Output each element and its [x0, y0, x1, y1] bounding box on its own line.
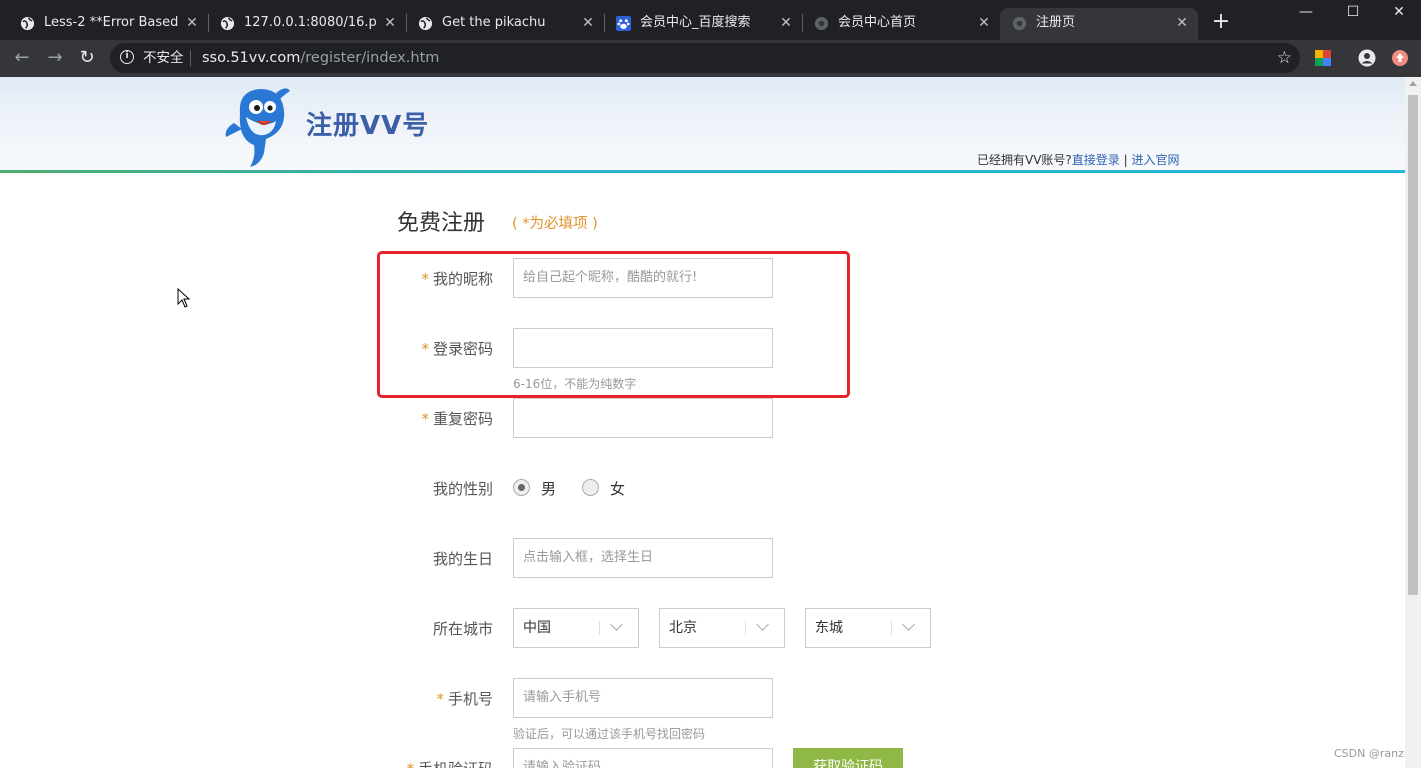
tab-close-icon[interactable]: ✕ [580, 8, 596, 38]
reload-button[interactable]: ↻ [75, 46, 99, 70]
phone-input[interactable]: 请输入手机号 [513, 678, 773, 718]
tab-title: Less-2 **Error Based- In [44, 15, 178, 30]
sms-code-input[interactable]: 请输入验证码 [513, 748, 773, 768]
globe-icon [220, 16, 235, 31]
tab-close-icon[interactable]: ✕ [1174, 8, 1190, 38]
province-select[interactable]: 北京 [659, 608, 785, 648]
gender-male-radio[interactable] [513, 479, 530, 496]
birthday-label: 我的生日 [432, 550, 493, 568]
chevron-down-icon [756, 618, 769, 631]
tab-title: Get the pikachu [442, 15, 546, 30]
site-header: 注册VV号 已经拥有VV账号?直接登录 | 进入官网 [0, 77, 1405, 171]
login-links: 已经拥有VV账号?直接登录 | 进入官网 [977, 151, 1180, 168]
tab-localhost[interactable]: 127.0.0.1:8080/16.php? ✕ [208, 8, 406, 40]
tab-baidu-search[interactable]: 会员中心_百度搜索 ✕ [604, 8, 802, 40]
scroll-up-icon[interactable] [1409, 81, 1417, 86]
confirm-password-label-text: 重复密码 [432, 410, 493, 428]
watermark: CSDN @ranzi. [1334, 747, 1405, 760]
required-mark: * [406, 760, 414, 768]
gender-male-label[interactable]: 男 [541, 478, 556, 499]
select-divider [891, 621, 892, 635]
chevron-down-icon [902, 618, 915, 631]
tab-strip: Less-2 **Error Based- In ✕ 127.0.0.1:808… [0, 0, 1421, 40]
baidu-paw-icon [616, 16, 631, 31]
vertical-scrollbar[interactable] [1405, 77, 1421, 768]
get-code-button[interactable]: 获取验证码 [793, 748, 903, 768]
globe-icon [418, 16, 433, 31]
country-value: 中国 [523, 620, 551, 636]
province-value: 北京 [669, 620, 697, 636]
tab-close-icon[interactable]: ✕ [778, 8, 794, 38]
have-account-text: 已经拥有VV账号? [977, 153, 1072, 167]
confirm-password-label: * 重复密码 [353, 408, 493, 429]
dolphin-logo-icon [225, 88, 290, 167]
back-button[interactable]: ← [10, 46, 34, 70]
maximize-button[interactable]: ☐ [1330, 0, 1376, 26]
address-bar[interactable]: i 不安全 sso.51vv.com/register/index.htm ☆ [110, 43, 1300, 73]
phone-label-text: 手机号 [447, 690, 493, 708]
required-note: ( *为必填项 ) [512, 216, 598, 232]
forward-button[interactable]: → [43, 46, 67, 70]
required-mark: * [436, 690, 444, 708]
tab-close-icon[interactable]: ✕ [382, 8, 398, 38]
info-icon[interactable]: i [120, 50, 134, 64]
profile-icon[interactable] [1358, 49, 1376, 67]
tab-title: 127.0.0.1:8080/16.php? [244, 15, 376, 30]
loading-globe-icon [1012, 16, 1027, 31]
district-value: 东城 [815, 620, 843, 636]
phone-label: * 手机号 [353, 688, 493, 709]
url-text[interactable]: sso.51vv.com/register/index.htm [202, 43, 439, 73]
bookmark-star-icon[interactable]: ☆ [1277, 43, 1292, 73]
tab-less2[interactable]: Less-2 **Error Based- In ✕ [8, 8, 208, 40]
country-select[interactable]: 中国 [513, 608, 639, 648]
tab-title: 会员中心_百度搜索 [640, 15, 751, 30]
gender-label: 我的性别 [432, 480, 493, 498]
form-title: 免费注册 [397, 211, 486, 236]
select-divider [745, 621, 746, 635]
confirm-password-input[interactable] [513, 398, 773, 438]
tab-title: 会员中心首页 [838, 15, 917, 30]
new-tab-button[interactable]: + [1210, 10, 1232, 34]
tab-close-icon[interactable]: ✕ [184, 8, 200, 38]
tab-member-home[interactable]: 会员中心首页 ✕ [802, 8, 1000, 40]
header-divider [0, 170, 1405, 173]
city-label: 所在城市 [432, 620, 493, 638]
highlight-box [377, 251, 850, 398]
tab-pikachu[interactable]: Get the pikachu ✕ [406, 8, 604, 40]
window-close-button[interactable]: ✕ [1376, 0, 1421, 26]
globe-icon [20, 16, 35, 31]
tab-register[interactable]: 注册页 ✕ [1000, 8, 1198, 40]
gender-female-label[interactable]: 女 [610, 478, 625, 499]
chevron-down-icon [610, 618, 623, 631]
url-path: /register/index.htm [300, 50, 440, 66]
loading-globe-icon [814, 16, 829, 31]
extension-icon[interactable] [1314, 49, 1332, 67]
update-icon[interactable] [1391, 49, 1409, 67]
url-host: sso.51vv.com [202, 50, 301, 66]
required-mark: * [421, 410, 429, 428]
select-divider [599, 621, 600, 635]
security-label[interactable]: 不安全 [143, 43, 184, 73]
district-select[interactable]: 东城 [805, 608, 931, 648]
tab-title: 注册页 [1036, 15, 1076, 30]
birthday-input[interactable]: 点击输入框，选择生日 [513, 538, 773, 578]
sms-code-label-text: 手机验证码 [418, 760, 493, 768]
sms-code-label: * 手机验证码 [353, 758, 493, 768]
omnibox-separator [190, 50, 191, 66]
minimize-button[interactable]: — [1283, 0, 1329, 26]
official-site-link[interactable]: 进入官网 [1131, 153, 1179, 167]
browser-toolbar: ← → ↻ i 不安全 sso.51vv.com/register/index.… [0, 40, 1421, 77]
scrollbar-thumb[interactable] [1408, 95, 1418, 595]
phone-hint: 验证后，可以通过该手机号找回密码 [513, 727, 706, 741]
mouse-cursor-icon [177, 288, 191, 308]
tab-close-icon[interactable]: ✕ [976, 8, 992, 38]
link-separator: | [1119, 153, 1132, 167]
site-title: 注册VV号 [306, 111, 430, 141]
gender-female-radio[interactable] [582, 479, 599, 496]
direct-login-link[interactable]: 直接登录 [1072, 153, 1120, 167]
page-content: 注册VV号 已经拥有VV账号?直接登录 | 进入官网 免费注册 ( *为必填项 … [0, 77, 1405, 768]
